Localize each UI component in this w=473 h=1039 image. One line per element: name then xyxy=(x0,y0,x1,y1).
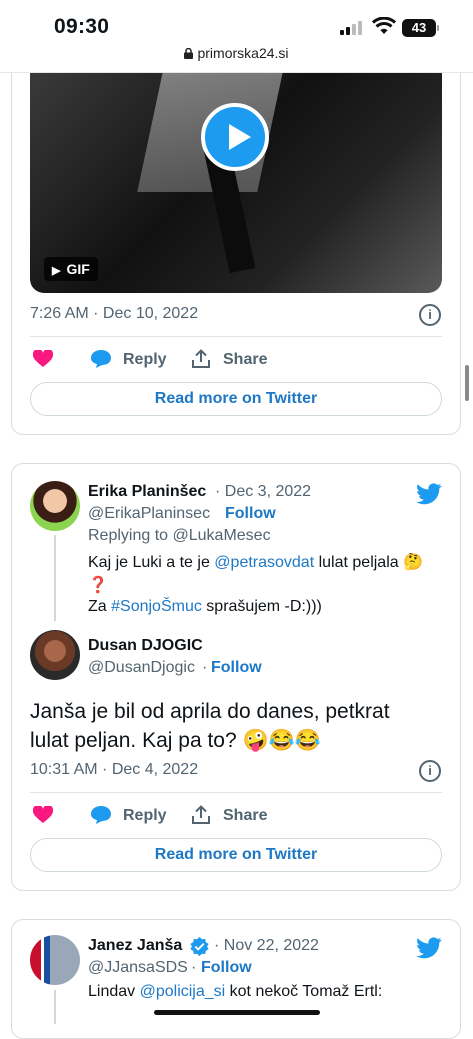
info-icon[interactable]: i xyxy=(419,304,441,326)
gif-badge: ▶ GIF xyxy=(44,257,98,281)
tweet-date[interactable]: · Nov 22, 2022 xyxy=(214,937,319,955)
thread-line xyxy=(54,990,56,1024)
read-more-button[interactable]: Read more on Twitter xyxy=(30,838,442,872)
gif-label: GIF xyxy=(66,261,90,277)
follow-button[interactable]: Follow xyxy=(201,959,252,977)
reply-button[interactable]: Reply xyxy=(123,351,167,369)
address-bar[interactable]: primorska24.si xyxy=(0,45,473,61)
text-segment: Lindav xyxy=(88,983,140,1000)
tweet-timestamp[interactable]: 10:31 AM · Dec 4, 2022 xyxy=(30,761,198,779)
signal-icon xyxy=(340,21,362,35)
tweet-timestamp[interactable]: 7:26 AM · Dec 10, 2022 xyxy=(30,305,198,323)
hashtag-link[interactable]: #SonjoŠmuc xyxy=(111,598,202,615)
divider xyxy=(30,792,442,793)
tweet-text-line-2: ❓ xyxy=(88,577,108,594)
battery-icon: 43 xyxy=(402,19,436,37)
reply-follow-button[interactable]: Follow xyxy=(211,659,262,677)
wifi-icon xyxy=(372,17,396,34)
author-handle[interactable]: @JJansaSDS xyxy=(88,959,188,977)
tweet-text-line-3: Za #SonjoŠmuc sprašujem -D:))) xyxy=(88,598,322,616)
replying-prefix: Replying to xyxy=(88,527,173,544)
author-name[interactable]: Erika Planinšec xyxy=(88,483,206,501)
avatar-erika[interactable] xyxy=(30,481,80,531)
info-icon[interactable]: i xyxy=(419,760,441,782)
tweet-date[interactable]: · Dec 3, 2022 xyxy=(215,483,311,501)
status-bar: 09:30 43 primorska24.si xyxy=(0,0,473,73)
thread-line xyxy=(54,535,56,621)
text-segment: sprašujem -D:))) xyxy=(201,598,322,615)
reply-bubble-icon[interactable] xyxy=(90,805,112,825)
share-button[interactable]: Share xyxy=(223,351,267,369)
follow-button[interactable]: Follow xyxy=(225,505,276,523)
author-handle[interactable]: @ErikaPlaninsec xyxy=(88,505,210,523)
separator-dot: · xyxy=(191,959,197,976)
text-segment: lulat peljala 🤔 xyxy=(314,554,424,571)
author-name[interactable]: Janez Janša xyxy=(88,937,182,955)
clock: 09:30 xyxy=(54,15,110,38)
share-icon[interactable] xyxy=(192,805,210,825)
tweet-text: Lindav @policija_si kot nekoč Tomaž Ertl… xyxy=(88,983,382,1001)
text-segment: Kaj je Luki a te je xyxy=(88,554,215,571)
avatar-jansa[interactable] xyxy=(30,935,80,985)
text-segment: Za xyxy=(88,598,112,615)
text-segment: kot nekoč Tomaž Ertl: xyxy=(225,983,383,1000)
url-text: primorska24.si xyxy=(197,45,289,61)
verified-badge-icon xyxy=(190,937,209,956)
separator-dot: · xyxy=(202,659,208,676)
tweet-text-line-1: Kaj je Luki a te je @petrasovdat lulat p… xyxy=(88,552,423,572)
divider xyxy=(30,336,442,337)
reply-author-name[interactable]: Dusan DJOGIC xyxy=(88,637,203,655)
lock-icon xyxy=(184,48,194,59)
heart-icon[interactable] xyxy=(33,806,53,824)
share-icon[interactable] xyxy=(192,349,210,369)
main-tweet-line-1: Janša je bil od aprila do danes, petkrat xyxy=(30,700,390,723)
home-indicator[interactable] xyxy=(154,1010,320,1015)
replying-to: Replying to @LukaMesec xyxy=(88,527,271,545)
avatar-dusan[interactable] xyxy=(30,630,80,680)
mention-link[interactable]: @policija_si xyxy=(140,983,226,1000)
reply-author-handle[interactable]: @DusanDjogic xyxy=(88,659,195,677)
reply-button[interactable]: Reply xyxy=(123,807,167,825)
read-more-button[interactable]: Read more on Twitter xyxy=(30,382,442,416)
reply-bubble-icon[interactable] xyxy=(90,349,112,369)
twitter-bird-icon[interactable] xyxy=(416,937,442,959)
share-button[interactable]: Share xyxy=(223,807,267,825)
replying-handle[interactable]: @LukaMesec xyxy=(173,527,271,544)
main-tweet-line-2: lulat peljan. Kaj pa to? 🤪😂😂 xyxy=(30,729,321,752)
battery-cap xyxy=(437,25,439,31)
mention-link[interactable]: @petrasovdat xyxy=(214,554,314,571)
twitter-bird-icon[interactable] xyxy=(416,483,442,505)
heart-icon[interactable] xyxy=(33,350,53,368)
play-icon[interactable] xyxy=(201,103,269,171)
scrollbar[interactable] xyxy=(465,365,469,401)
